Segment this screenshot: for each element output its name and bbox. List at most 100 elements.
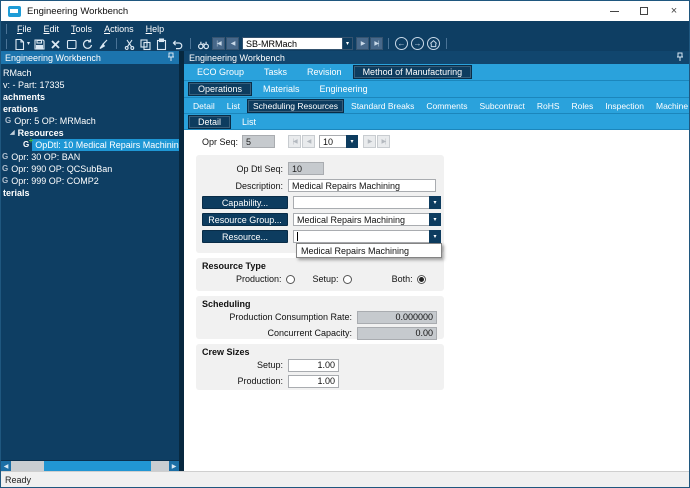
resource-group-combo[interactable]: Medical Repairs Machining ▾ <box>293 213 441 226</box>
tab-revision[interactable]: Revision <box>298 66 351 78</box>
crew-setup-row: Setup: <box>196 357 444 373</box>
save-button[interactable] <box>32 37 47 51</box>
resource-dropdown-option[interactable]: Medical Repairs Machining <box>297 244 441 257</box>
tab-machine-mes[interactable]: Machine MES <box>651 100 690 112</box>
opdtl-record-dropdown-icon[interactable]: ▾ <box>346 135 358 148</box>
menu-edit[interactable]: Edit <box>38 24 66 34</box>
maximize-button[interactable] <box>629 1 659 21</box>
operation-icon: G <box>2 152 8 162</box>
opdtl-next-button[interactable]: ▶ <box>363 135 376 148</box>
record-selector-dropdown-icon[interactable]: ▾ <box>342 37 353 50</box>
cut-button[interactable] <box>122 37 137 51</box>
crew-setup-input[interactable] <box>288 359 339 372</box>
new-button[interactable]: ▾ <box>12 37 31 51</box>
tab-operations[interactable]: Operations <box>188 82 252 96</box>
resource-combo[interactable]: ▾ <box>293 230 441 243</box>
description-label: Description: <box>202 181 288 191</box>
tree-node-materials[interactable]: terials <box>1 187 179 199</box>
record-selector-combo[interactable]: SB-MRMach ▾ <box>242 37 353 50</box>
resource-group-button[interactable]: Resource Group... <box>202 213 288 226</box>
text-cursor <box>297 232 298 241</box>
opdtl-record-value[interactable]: 10 <box>319 135 346 148</box>
scroll-left-icon[interactable]: ◀ <box>1 461 11 471</box>
scrollbar-thumb[interactable] <box>11 461 44 471</box>
scroll-right-icon[interactable]: ▶ <box>169 461 179 471</box>
tree-node-opr-990[interactable]: G Opr: 990 OP: QCSubBan <box>1 163 179 175</box>
capability-combo[interactable]: ▾ <box>293 196 441 209</box>
tab-inspection[interactable]: Inspection <box>600 100 649 112</box>
tree-node-attachments[interactable]: achments <box>1 91 179 103</box>
tab-comments[interactable]: Comments <box>421 100 472 112</box>
capability-button[interactable]: Capability... <box>202 196 288 209</box>
both-radio[interactable] <box>417 275 426 284</box>
undo-icon <box>171 38 184 51</box>
clear-all-button[interactable] <box>96 37 111 51</box>
tab-list[interactable]: List <box>222 100 245 112</box>
menu-help[interactable]: Help <box>140 24 171 34</box>
setup-radio[interactable] <box>343 275 352 284</box>
tree-horizontal-scrollbar[interactable]: ◀ ▶ <box>1 460 179 471</box>
paste-icon <box>155 38 168 51</box>
resource-group-value[interactable]: Medical Repairs Machining <box>293 213 429 226</box>
opdtl-record-combo[interactable]: 10 ▾ <box>319 135 358 148</box>
tab-sr-detail[interactable]: Detail <box>188 115 231 129</box>
resource-group-dropdown-icon[interactable]: ▾ <box>429 213 441 226</box>
last-record-button[interactable]: ▶| <box>370 37 383 50</box>
tree-node-opr-999[interactable]: G Opr: 999 OP: COMP2 <box>1 175 179 187</box>
scrollbar-track[interactable] <box>44 461 151 471</box>
opdtl-previous-button[interactable]: ◀ <box>302 135 315 148</box>
resource-button[interactable]: Resource... <box>202 230 288 243</box>
tab-detail[interactable]: Detail <box>188 100 220 112</box>
paste-button[interactable] <box>154 37 169 51</box>
next-record-button[interactable]: ▶ <box>356 37 369 50</box>
menu-tools[interactable]: Tools <box>65 24 98 34</box>
resource-dropdown-icon[interactable]: ▾ <box>429 230 441 243</box>
tab-standard-breaks[interactable]: Standard Breaks <box>346 100 419 112</box>
concurrent-capacity-label: Concurrent Capacity: <box>202 328 357 338</box>
pin-icon[interactable] <box>676 52 684 64</box>
delete-button[interactable] <box>48 37 63 51</box>
capability-value[interactable] <box>293 196 429 209</box>
tree-node-opr-30[interactable]: G Opr: 30 OP: BAN <box>1 151 179 163</box>
pin-icon[interactable] <box>167 52 175 64</box>
tab-roles[interactable]: Roles <box>567 100 599 112</box>
search-button[interactable] <box>196 37 211 51</box>
expanded-node-icon[interactable]: ◢ <box>10 127 15 139</box>
tree-node-opr-5[interactable]: G Opr: 5 OP: MRMach <box>1 115 179 127</box>
tab-engineering[interactable]: Engineering <box>311 83 377 95</box>
copy-button[interactable] <box>138 37 153 51</box>
forward-button[interactable]: → <box>411 37 424 50</box>
close-button[interactable]: × <box>659 1 689 21</box>
status-text: Ready <box>5 475 31 485</box>
record-selector-value[interactable]: SB-MRMach <box>242 37 342 50</box>
tree-node-part-rev[interactable]: RMach <box>1 67 179 79</box>
crew-production-input[interactable] <box>288 375 339 388</box>
home-button[interactable] <box>427 37 440 50</box>
first-record-button[interactable]: |◀ <box>212 37 225 50</box>
production-radio[interactable] <box>286 275 295 284</box>
tab-method-of-manufacturing[interactable]: Method of Manufacturing <box>353 65 473 79</box>
tree-node-part[interactable]: v: - Part: 17335 <box>1 79 179 91</box>
refresh-button[interactable] <box>80 37 95 51</box>
undo-button[interactable] <box>170 37 185 51</box>
tab-scheduling-resources[interactable]: Scheduling Resources <box>247 99 344 113</box>
minimize-button[interactable] <box>599 1 629 21</box>
tree-node-operations[interactable]: erations <box>1 103 179 115</box>
tab-eco-group[interactable]: ECO Group <box>188 66 253 78</box>
back-button[interactable]: ← <box>395 37 408 50</box>
opdtl-first-button[interactable]: |◀ <box>288 135 301 148</box>
tab-tasks[interactable]: Tasks <box>255 66 296 78</box>
tab-subcontract[interactable]: Subcontract <box>474 100 529 112</box>
tab-sr-list[interactable]: List <box>233 116 265 128</box>
menu-actions[interactable]: Actions <box>98 24 140 34</box>
capability-dropdown-icon[interactable]: ▾ <box>429 196 441 209</box>
opdtl-last-button[interactable]: ▶| <box>377 135 390 148</box>
tab-materials[interactable]: Materials <box>254 83 309 95</box>
description-input[interactable] <box>288 179 436 192</box>
tree-node-opdtl-10[interactable]: G OpDtl: 10 Medical Repairs Machining <box>1 139 179 151</box>
tab-rohs[interactable]: RoHS <box>532 100 565 112</box>
resource-value[interactable] <box>293 230 429 243</box>
menu-file[interactable]: File <box>11 24 38 34</box>
clear-button[interactable] <box>64 37 79 51</box>
previous-record-button[interactable]: ◀ <box>226 37 239 50</box>
